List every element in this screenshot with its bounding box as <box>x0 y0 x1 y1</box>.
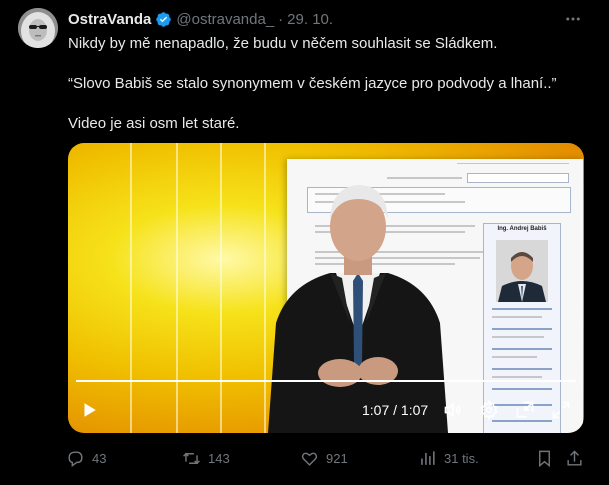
repost-icon <box>182 449 201 468</box>
infobox-title: Ing. Andrej Babiš <box>497 226 547 232</box>
settings-button[interactable] <box>478 399 500 421</box>
progress-fill <box>76 380 576 382</box>
settings-icon <box>479 400 499 420</box>
tweet-paragraph: Video je asi osm let staré. <box>68 115 240 132</box>
author-handle[interactable]: @ostravanda_ <box>176 11 274 28</box>
pip-icon <box>515 400 535 420</box>
more-button[interactable] <box>562 8 584 30</box>
reply-count: 43 <box>92 450 107 466</box>
tweet-text: Nikdy by mě nenapadlo, že budu v něčem s… <box>68 34 588 134</box>
tweet-date[interactable]: 29. 10. <box>287 11 333 28</box>
tweet-paragraph: Nikdy by mě nenapadlo, že budu v něčem s… <box>68 35 498 52</box>
bookmark-icon <box>535 449 554 468</box>
play-icon <box>80 401 98 419</box>
views-button[interactable]: 31 tis. <box>418 448 479 468</box>
play-button[interactable] <box>78 399 100 421</box>
share-button[interactable] <box>565 448 584 468</box>
author-name[interactable]: OstraVanda <box>68 11 151 28</box>
repost-button[interactable]: 143 <box>182 448 230 468</box>
like-count: 921 <box>326 450 348 466</box>
avatar[interactable] <box>18 8 58 48</box>
tweet-paragraph: “Slovo Babiš se stalo synonymem v českém… <box>68 75 557 92</box>
share-icon <box>565 449 584 468</box>
separator-dot: · <box>278 10 284 28</box>
volume-button[interactable] <box>442 399 464 421</box>
pip-button[interactable] <box>514 399 536 421</box>
fullscreen-icon <box>551 400 571 420</box>
volume-icon <box>443 400 463 420</box>
portrait-photo <box>496 240 548 302</box>
like-icon <box>300 449 319 468</box>
reply-icon <box>66 449 85 468</box>
presenter-figure <box>258 173 458 433</box>
verified-badge-icon[interactable] <box>155 11 172 28</box>
views-count: 31 tis. <box>444 450 479 466</box>
repost-count: 143 <box>208 450 230 466</box>
more-icon <box>564 10 582 28</box>
like-button[interactable]: 921 <box>300 448 348 468</box>
progress-bar[interactable] <box>76 380 576 382</box>
views-icon <box>418 449 437 468</box>
reply-button[interactable]: 43 <box>66 448 106 468</box>
bookmark-button[interactable] <box>535 448 554 468</box>
fullscreen-button[interactable] <box>550 399 572 421</box>
tweet-header: OstraVanda @ostravanda_ · 29. 10. <box>68 9 333 29</box>
time-display: 1:07 / 1:07 <box>362 402 429 418</box>
video-player[interactable]: Ing. Andrej Babiš 1:07 / 1:07 <box>68 143 584 433</box>
